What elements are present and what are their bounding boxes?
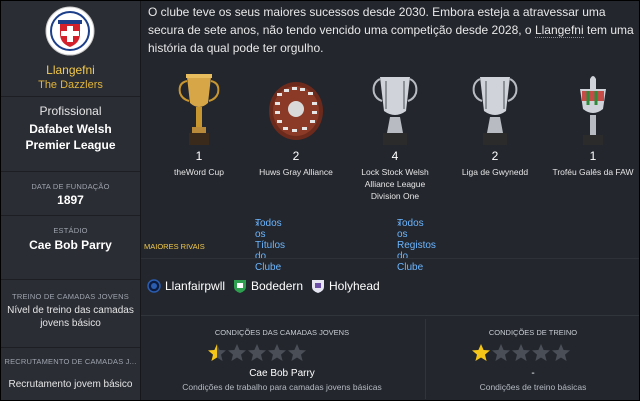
silver-trophy-icon bbox=[372, 77, 418, 145]
sidebar-divider bbox=[1, 347, 140, 348]
sidebar-divider bbox=[1, 279, 140, 280]
rival-name: Bodedern bbox=[251, 279, 304, 293]
founded-label: DATA DE FUNDAÇÃO bbox=[31, 182, 110, 191]
training-facilities-value: - bbox=[531, 368, 535, 379]
rival-name: Holyhead bbox=[329, 279, 380, 293]
club-name-link[interactable]: Llangefni bbox=[534, 23, 584, 38]
trophy-name-line2: Alliance League bbox=[364, 179, 426, 189]
club-league-line1: Dafabet Welsh bbox=[29, 122, 112, 136]
club-main-content: O clube teve os seus maiores sucessos de… bbox=[141, 1, 639, 400]
rival-item[interactable]: Holyhead bbox=[311, 277, 380, 295]
trophy-item[interactable]: 4 Lock Stock Welsh Alliance League Divis… bbox=[347, 71, 443, 202]
bodedern-badge-icon bbox=[234, 280, 246, 293]
club-status: Profissional bbox=[39, 104, 102, 118]
llanfairpwll-badge-icon bbox=[147, 279, 161, 293]
rival-name: Llanfairpwll bbox=[165, 279, 226, 293]
facilities-divider bbox=[141, 315, 639, 316]
trophy-count: 4 bbox=[391, 149, 399, 163]
sidebar-divider bbox=[1, 171, 140, 172]
all-titles-link[interactable]: Todos os Títulos do Clube › bbox=[255, 218, 285, 273]
trophy-name: theWord Cup bbox=[151, 166, 247, 178]
star-empty-icon bbox=[492, 344, 510, 361]
trophy-item[interactable]: 2 Liga de Gwynedd bbox=[447, 71, 543, 178]
holyhead-badge-icon bbox=[312, 280, 324, 293]
star-empty-icon bbox=[532, 344, 550, 361]
trophy-name-line1: Liga de Gwynedd bbox=[461, 167, 529, 177]
rivals-label: MAIORES RIVAIS bbox=[144, 242, 205, 251]
stadium-label: ESTÁDIO bbox=[53, 226, 88, 235]
trophy-cabinet: 1 theWord Cup 2 Huws Gray Alliance 4 Loc… bbox=[141, 71, 639, 211]
club-history-text: O clube teve os seus maiores sucessos de… bbox=[148, 3, 636, 57]
trophy-count: 2 bbox=[292, 149, 300, 163]
sidebar-divider bbox=[1, 96, 140, 97]
club-league-line2: Premier League bbox=[25, 138, 116, 152]
trophy-item[interactable]: 1 Troféu Galês da FAW bbox=[545, 71, 639, 178]
trophy-count: 2 bbox=[491, 149, 499, 163]
trophy-item[interactable]: 1 theWord Cup bbox=[151, 71, 247, 178]
youth-recruitment-value: Recrutamento jovem básico bbox=[8, 379, 133, 390]
youth-training-line1: Nível de treino das camadas bbox=[7, 305, 134, 316]
youth-facilities-title: CONDIÇÕES DAS CAMADAS JOVENS bbox=[214, 328, 350, 337]
all-records-link[interactable]: Todos os Registos do Clube › bbox=[397, 218, 436, 273]
trophy-name-line1: Huws Gray Alliance bbox=[259, 167, 333, 177]
trophy-name: Lock Stock Welsh Alliance League Divisio… bbox=[347, 166, 443, 202]
facilities-separator bbox=[425, 319, 426, 399]
club-league[interactable]: Dafabet Welsh Premier League bbox=[1, 121, 140, 153]
trophy-name: Liga de Gwynedd bbox=[447, 166, 543, 178]
star-empty-icon bbox=[552, 344, 570, 361]
training-facilities-description: Condições de treino básicas bbox=[479, 382, 587, 392]
silver-trophy-icon bbox=[472, 77, 518, 145]
club-sidebar: Llangefni The Dazzlers Profissional Dafa… bbox=[1, 1, 141, 400]
trophy-name-line1: theWord Cup bbox=[174, 167, 224, 177]
trophy-name-line3: Division One bbox=[370, 191, 420, 201]
training-facilities-rating bbox=[471, 343, 571, 363]
star-empty-icon bbox=[248, 344, 266, 361]
trophy-name: Troféu Galês da FAW bbox=[545, 166, 639, 178]
trophy-name-line1: Lock Stock Welsh bbox=[361, 167, 429, 177]
training-facilities-title: CONDIÇÕES DE TREINO bbox=[488, 328, 578, 337]
club-overview-panel: Llangefni The Dazzlers Profissional Dafa… bbox=[0, 0, 640, 401]
shield-trophy-icon bbox=[269, 82, 323, 140]
rivals-divider bbox=[141, 258, 639, 259]
youth-facilities-description: Condições de trabalho para camadas joven… bbox=[182, 382, 382, 392]
founded-value: 1897 bbox=[57, 193, 84, 207]
ribbon-cup-icon bbox=[580, 76, 606, 145]
club-links-bar: Todos os Títulos do Clube › Todos os Reg… bbox=[141, 218, 639, 273]
star-empty-icon bbox=[512, 344, 530, 361]
stadium-value[interactable]: Cae Bob Parry bbox=[1, 238, 140, 252]
trophy-name: Huws Gray Alliance bbox=[248, 166, 344, 178]
cup-trophy-icon bbox=[178, 74, 220, 145]
youth-facilities-rating bbox=[207, 343, 307, 363]
star-filled-icon bbox=[472, 344, 490, 361]
youth-recruitment-label: RECRUTAMENTO DE CAMADAS J... bbox=[4, 357, 137, 366]
star-empty-icon bbox=[268, 344, 286, 361]
star-empty-icon bbox=[228, 344, 246, 361]
youth-training-value: Nível de treino das camadas jovens básic… bbox=[1, 304, 140, 330]
trophy-name-line1: Troféu Galês da FAW bbox=[552, 167, 634, 177]
trophy-count: 1 bbox=[589, 149, 597, 163]
youth-training-label: TREINO DE CAMADAS JOVENS bbox=[12, 292, 129, 301]
youth-training-line2: jovens básico bbox=[40, 318, 101, 329]
star-filled-icon bbox=[208, 344, 226, 361]
youth-facilities-value: Cae Bob Parry bbox=[249, 368, 315, 379]
star-empty-icon bbox=[288, 344, 306, 361]
club-crest-icon bbox=[45, 6, 95, 56]
club-name: Llangefni bbox=[46, 63, 95, 77]
trophy-item[interactable]: 2 Huws Gray Alliance bbox=[248, 71, 344, 178]
trophy-count: 1 bbox=[195, 149, 203, 163]
rival-item[interactable]: Bodedern bbox=[233, 277, 303, 295]
rival-item[interactable]: Llanfairpwll bbox=[147, 277, 225, 295]
club-nickname: The Dazzlers bbox=[38, 79, 103, 91]
sidebar-divider bbox=[1, 215, 140, 216]
